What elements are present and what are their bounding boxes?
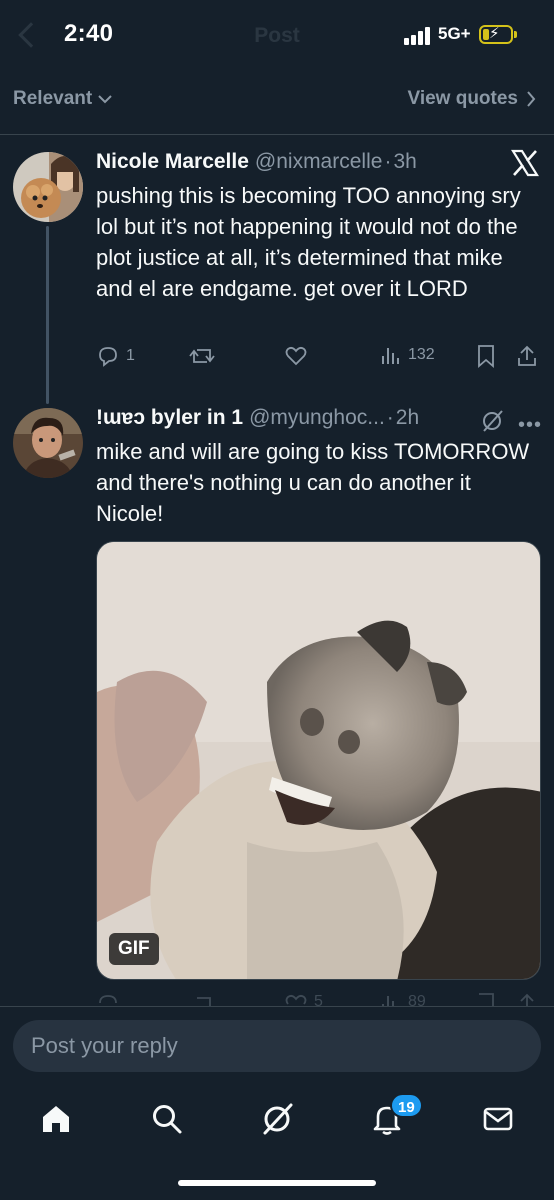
nav-messages[interactable] — [476, 1097, 520, 1141]
display-name[interactable]: Nicole Marcelle — [96, 150, 249, 174]
handle[interactable]: @nixmarcelle — [255, 150, 383, 174]
bookmark-icon — [478, 345, 494, 368]
more-icon[interactable]: ••• — [518, 414, 542, 437]
app-screen: Post 2:40 5G+ ⚡ Relevant View quotes Nic… — [0, 0, 554, 1200]
gif-media[interactable]: GIF — [96, 541, 541, 980]
reply-filter-row: Relevant View quotes — [0, 80, 554, 120]
timestamp[interactable]: 3h — [393, 150, 416, 174]
views-button[interactable]: 132 — [380, 344, 435, 366]
display-name[interactable]: !ɯɐɔ byler in 1 — [96, 406, 243, 430]
chevron-right-icon — [527, 91, 536, 107]
tweet-actions: 1 132 — [96, 344, 542, 374]
like-button[interactable] — [284, 344, 308, 368]
avatar[interactable] — [13, 408, 83, 478]
x-logo-icon — [511, 149, 539, 177]
clock: 2:40 — [64, 20, 114, 47]
views-count: 132 — [408, 346, 435, 363]
chevron-down-icon — [98, 95, 112, 104]
home-icon — [43, 1106, 69, 1132]
gif-image — [97, 542, 540, 979]
view-quotes-link[interactable]: View quotes — [407, 88, 536, 110]
tweet-header: !ɯɐɔ byler in 1 @myunghoc... · 2h — [96, 406, 419, 430]
reply-icon — [99, 347, 117, 367]
notifications-badge: 19 — [390, 1093, 423, 1118]
network-type: 5G+ — [438, 24, 471, 43]
sort-label: Relevant — [13, 88, 93, 109]
gif-badge: GIF — [109, 933, 159, 965]
tweet-text: pushing this is becoming TOO annoying sr… — [96, 183, 521, 301]
retweet-button[interactable] — [189, 344, 215, 368]
like-icon — [285, 346, 307, 366]
avatar[interactable] — [13, 152, 83, 222]
reply-bar: Post your reply — [0, 1006, 554, 1082]
reply-input[interactable]: Post your reply — [13, 1020, 541, 1072]
separator: · — [384, 150, 392, 173]
messages-icon — [483, 1107, 513, 1131]
battery-tip — [514, 31, 517, 38]
view-quotes-label: View quotes — [407, 88, 518, 109]
retweet-icon — [189, 349, 215, 363]
nav-search[interactable] — [145, 1097, 189, 1141]
share-button[interactable] — [516, 344, 538, 368]
sort-dropdown[interactable]: Relevant — [13, 88, 112, 110]
battery-icon: ⚡ — [479, 25, 513, 44]
views-icon — [382, 348, 399, 364]
share-icon — [518, 345, 536, 366]
nav-home[interactable] — [34, 1097, 78, 1141]
grok-icon[interactable] — [480, 409, 504, 433]
reply-button[interactable]: 1 — [96, 344, 135, 368]
tweet-header: Nicole Marcelle @nixmarcelle · 3h — [96, 150, 417, 174]
home-indicator[interactable] — [178, 1180, 376, 1186]
search-icon — [153, 1105, 182, 1134]
nav-grok[interactable] — [255, 1097, 299, 1141]
grok-icon — [263, 1103, 293, 1135]
bookmark-button[interactable] — [476, 344, 496, 368]
separator: · — [386, 406, 394, 429]
thread-connector — [46, 226, 49, 404]
handle[interactable]: @myunghoc... — [249, 406, 385, 430]
timestamp[interactable]: 2h — [396, 406, 419, 430]
signal-icon — [404, 27, 434, 45]
status-bar: Post 2:40 5G+ ⚡ — [0, 0, 554, 72]
tweet-text: mike and will are going to kiss TOMORROW… — [96, 439, 530, 526]
divider — [0, 134, 554, 135]
reply-count: 1 — [126, 347, 135, 364]
